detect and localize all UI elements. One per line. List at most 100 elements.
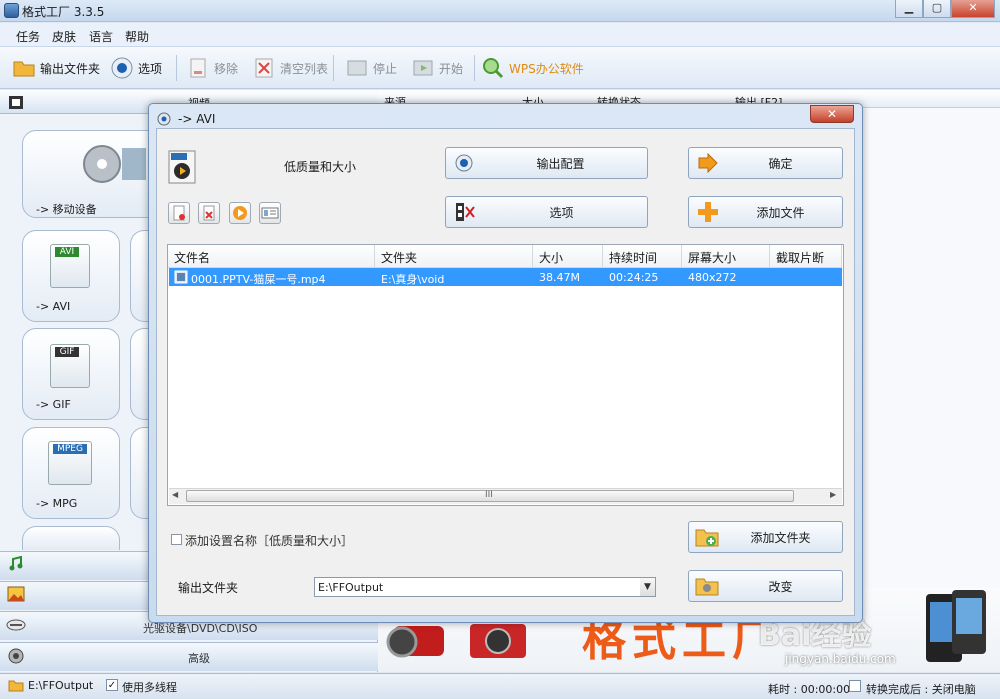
chevron-down-icon[interactable]: ▼ [640, 578, 655, 596]
tile-avi-label: -> AVI [36, 300, 71, 313]
title-bar [0, 0, 1000, 22]
wps-icon [483, 58, 504, 79]
col-folder[interactable]: 文件夹 [375, 245, 533, 268]
dialog-app-icon [157, 112, 171, 126]
gear-icon [111, 57, 133, 79]
status-output-path[interactable]: E:\FFOutput [28, 679, 93, 692]
document-x-icon [203, 205, 215, 221]
small-clear-button[interactable] [198, 202, 220, 224]
output-folder-select[interactable]: E:\FFOutput [314, 577, 656, 597]
after-convert-checkbox[interactable] [849, 680, 861, 692]
scroll-grip: III [485, 490, 493, 500]
col-file-size[interactable]: 大小 [533, 245, 603, 268]
add-file-label: 添加文件 [756, 205, 805, 220]
dialog-options-button[interactable]: 选项 [445, 196, 648, 228]
change-label: 改变 [768, 579, 793, 594]
dialog-options-label: 选项 [549, 205, 574, 220]
output-config-label: 输出配置 [536, 156, 585, 171]
output-folder-label: 输出文件夹 [178, 581, 239, 595]
menu-language[interactable]: 语言 [89, 28, 113, 45]
options-label: 选项 [138, 61, 163, 76]
plus-icon [698, 202, 718, 222]
remove-label: 移除 [214, 61, 239, 76]
minimize-button[interactable]: ▁ [895, 0, 923, 18]
wps-label: WPS办公软件 [509, 61, 584, 76]
picture-icon [7, 586, 25, 602]
col-clip[interactable]: 截取片断 [770, 245, 842, 268]
change-button[interactable]: 改变 [688, 570, 843, 602]
col-filename[interactable]: 文件名 [168, 245, 375, 268]
output-folder-button[interactable]: 输出文件夹 [12, 53, 100, 83]
play-circle-icon [233, 206, 247, 220]
scroll-left-arrow[interactable]: ◀ [172, 490, 178, 499]
tile-partial[interactable] [130, 427, 150, 519]
settings-icon [455, 154, 473, 172]
toolbar-separator [474, 55, 475, 81]
app-icon [4, 3, 19, 18]
info-card-icon [261, 207, 279, 219]
menu-skin[interactable]: 皮肤 [52, 28, 76, 45]
small-remove-button[interactable] [168, 202, 190, 224]
film-reel-icon [83, 145, 146, 183]
multithread-checkbox[interactable]: ✓ [106, 679, 118, 691]
stop-label: 停止 [373, 61, 398, 76]
cell-size: 38.47M [539, 271, 580, 284]
gif-icon-tag: GIF [55, 347, 79, 357]
output-config-button[interactable]: 输出配置 [445, 147, 648, 179]
music-icon [9, 556, 23, 571]
tile-mpg-label: -> MPG [36, 497, 78, 510]
small-play-button[interactable] [229, 202, 251, 224]
menu-bar [0, 23, 1000, 47]
menu-task[interactable]: 任务 [16, 28, 40, 45]
after-convert-label: 转换完成后 : 关闭电脑 [866, 683, 976, 696]
options-button[interactable]: 选项 [110, 53, 162, 83]
tile-partial[interactable] [130, 230, 150, 322]
folder-gear-icon [695, 578, 719, 596]
toolbar-separator [333, 55, 334, 81]
category-advanced-label: 高级 [188, 652, 210, 665]
avi-format-icon [168, 150, 196, 184]
folder-add-icon [695, 529, 719, 547]
ok-button[interactable]: 确定 [688, 147, 843, 179]
stop-button[interactable]: 停止 [345, 53, 397, 83]
multithread-label: 使用多线程 [122, 681, 177, 694]
tile-partial[interactable] [130, 328, 150, 420]
add-setting-name-checkbox[interactable] [171, 534, 182, 545]
avi-icon-tag: AVI [55, 247, 79, 257]
document-minus-icon [173, 205, 185, 221]
remove-button[interactable]: 移除 [186, 53, 238, 83]
mpeg-icon-tag: MPEG [53, 444, 87, 454]
cell-folder: E:\真身\void [381, 273, 445, 286]
col-screen-size[interactable]: 屏幕大小 [682, 245, 770, 268]
add-folder-button[interactable]: 添加文件夹 [688, 521, 843, 553]
clear-list-label: 清空列表 [280, 61, 329, 76]
play-icon [413, 60, 433, 76]
add-setting-name-label: 添加设置名称［低质量和大小］ [185, 534, 354, 548]
wps-button[interactable]: WPS办公软件 [481, 53, 584, 83]
small-info-button[interactable] [259, 202, 281, 224]
col-duration[interactable]: 持续时间 [603, 245, 682, 268]
close-window-button[interactable]: ✕ [951, 0, 995, 18]
maximize-button[interactable]: ▢ [923, 0, 951, 18]
start-label: 开始 [439, 61, 464, 76]
tile-gif-label: -> GIF [36, 398, 71, 411]
menu-help[interactable]: 帮助 [125, 28, 149, 45]
add-file-button[interactable]: 添加文件 [688, 196, 843, 228]
stop-icon [347, 60, 367, 76]
video-file-icon [174, 270, 188, 284]
output-folder-label: 输出文件夹 [40, 61, 101, 76]
document-remove-icon [190, 58, 206, 78]
phone-image [926, 590, 986, 662]
scroll-right-arrow[interactable]: ▶ [830, 490, 836, 499]
quality-label: 低质量和大小 [284, 160, 357, 174]
clear-list-button[interactable]: 清空列表 [252, 53, 328, 83]
mpeg-file-icon: MPEG [48, 441, 92, 485]
tile-partial[interactable] [22, 526, 120, 550]
arrow-right-icon [698, 153, 718, 173]
folder-icon [13, 61, 35, 77]
tile-mobile-device-label: -> 移动设备 [36, 203, 97, 216]
start-button[interactable]: 开始 [411, 53, 463, 83]
app-title: 格式工厂 3.3.5 [22, 5, 105, 19]
camera-image [470, 624, 526, 658]
dialog-close-button[interactable]: ✕ [810, 105, 854, 123]
